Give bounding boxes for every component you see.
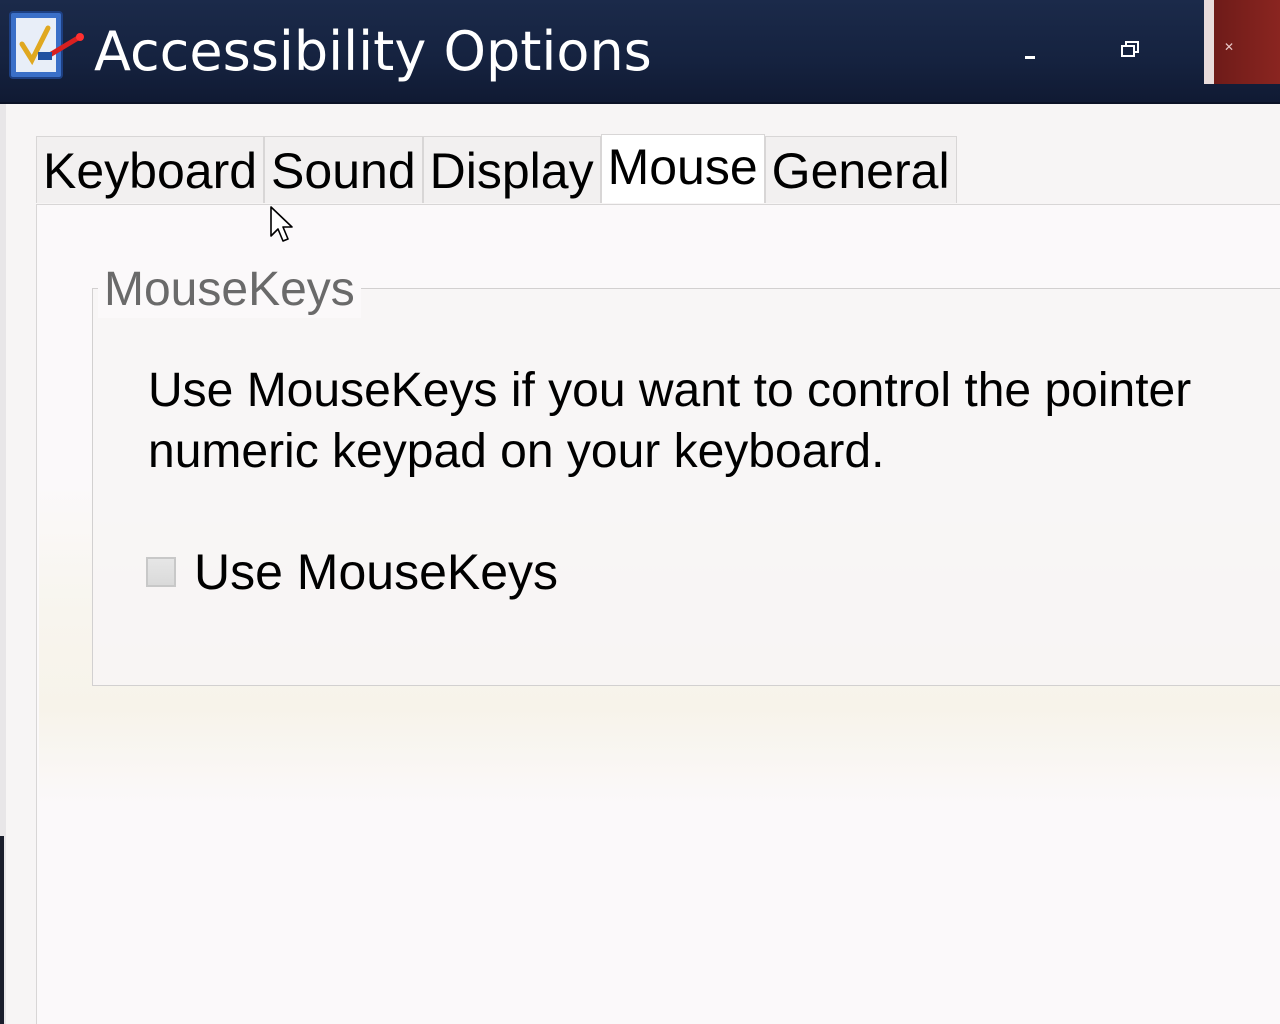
use-mousekeys-option[interactable]: Use MouseKeys: [146, 542, 558, 602]
close-button-edge: [1204, 0, 1214, 84]
tab-general[interactable]: General: [764, 136, 957, 203]
mousekeys-groupbox: [92, 288, 1280, 686]
accessibility-options-icon: [8, 8, 88, 84]
accessibility-options-window: Accessibility Options ✕ Keyboard Sound D…: [0, 0, 1280, 1024]
restore-icon: [1121, 41, 1139, 57]
tab-display[interactable]: Display: [422, 136, 601, 203]
tab-keyboard[interactable]: Keyboard: [36, 136, 265, 203]
desktop-edge: [0, 836, 4, 1024]
mousekeys-group-label: MouseKeys: [98, 262, 361, 318]
close-icon: ✕: [1224, 40, 1235, 54]
use-mousekeys-checkbox[interactable]: [146, 557, 176, 587]
mouse-pointer-icon: [270, 206, 294, 244]
use-mousekeys-label[interactable]: Use MouseKeys: [194, 542, 558, 602]
tab-strip: Keyboard Sound Display Mouse General: [36, 134, 957, 204]
tab-sound[interactable]: Sound: [264, 136, 423, 203]
mousekeys-description: Use MouseKeys if you want to control the…: [148, 364, 1192, 478]
window-title: Accessibility Options: [94, 20, 652, 83]
close-button[interactable]: ✕: [1204, 0, 1280, 84]
minimize-button[interactable]: [1010, 30, 1050, 70]
minimize-icon: [1025, 56, 1035, 59]
restore-button[interactable]: [1112, 30, 1152, 70]
tab-mouse[interactable]: Mouse: [600, 134, 765, 203]
title-bar[interactable]: Accessibility Options ✕: [0, 0, 1280, 104]
